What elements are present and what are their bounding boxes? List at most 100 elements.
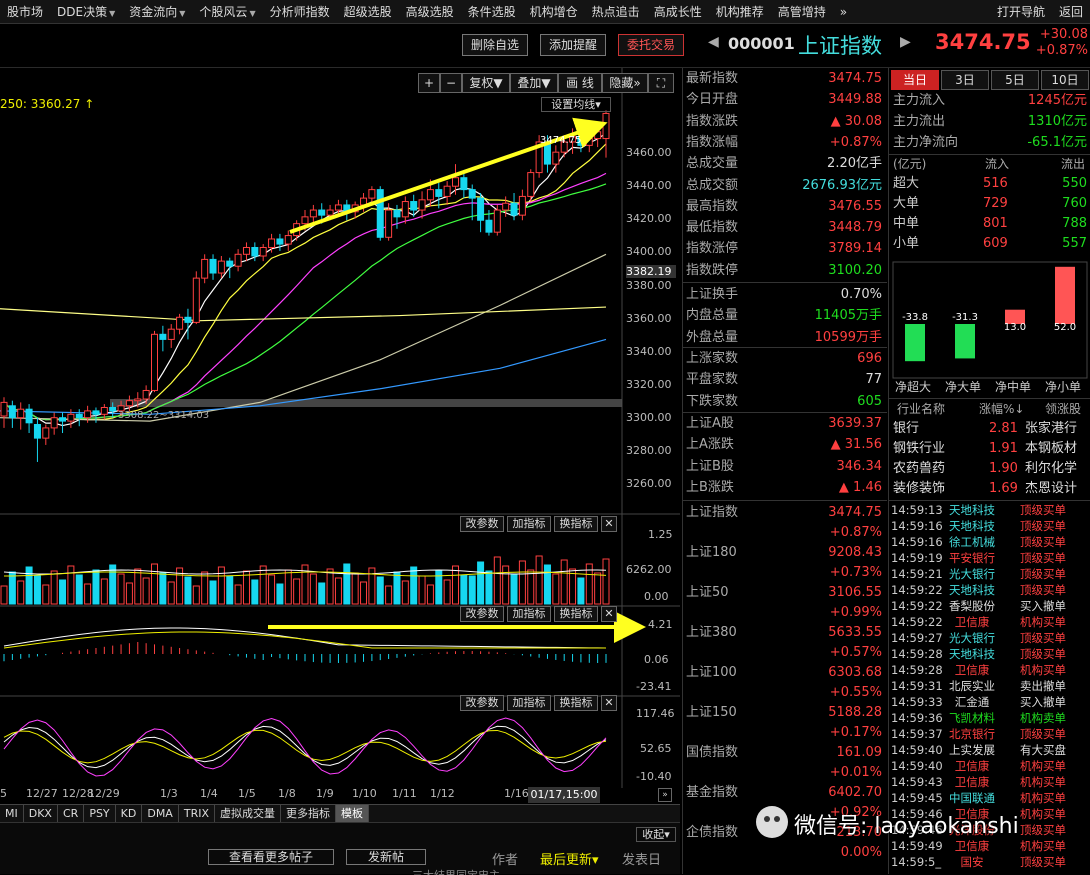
index-row[interactable]: 国债指数 161.09 +0.01% [686,742,884,782]
trade-row[interactable]: 14:59:21 光大银行 顶级买单 [889,566,1090,582]
indicator-tab[interactable]: DKX [24,805,58,823]
more-menu-icon[interactable]: » [833,0,854,24]
fullscreen-icon[interactable]: ⛶ [648,73,674,93]
trade-row[interactable]: 14:59:37 北京银行 顶级买单 [889,726,1090,742]
trade-button[interactable]: 委托交易 [618,34,684,56]
trade-row[interactable]: 14:59:28 卫信康 机构买单 [889,662,1090,678]
period-tab[interactable]: 5日 [991,70,1039,90]
trade-row[interactable]: 14:59:45 中国联通 机构买单 [889,790,1090,806]
trade-row[interactable]: 14:59:16 天地科技 顶级买单 [889,518,1090,534]
kdj-add-indicator-button[interactable]: 加指标 [507,695,551,711]
close-icon[interactable]: ✕ [601,516,617,532]
overlay-button[interactable]: 叠加▼ [510,73,558,93]
vol-change-params-button[interactable]: 改参数 [460,516,504,532]
fuquan-button[interactable]: 复权▼ [462,73,510,93]
menu-item[interactable]: 分析师指数 [263,0,337,24]
menu-item[interactable]: 股市场 [0,0,50,24]
index-row[interactable]: 上证150 5188.28 +0.17% [686,702,884,742]
trade-row[interactable]: 14:59:33 汇金通 买入撤单 [889,694,1090,710]
indicator-tab[interactable]: 模板 [336,805,369,823]
menu-right-item[interactable]: 打开导航 [990,0,1052,24]
last-update-header[interactable]: 最后更新▾ [540,849,599,868]
industry-row[interactable]: 装修装饰 1.69 杰恩设计 [893,479,1087,499]
index-row[interactable]: 上证380 5633.55 +0.57% [686,622,884,662]
trade-row[interactable]: 14:59:36 飞凯材料 机构卖单 [889,710,1090,726]
indicator-tab[interactable]: TRIX [179,805,215,823]
industry-row[interactable]: 农药兽药 1.90 利尔化学 [893,459,1087,479]
zoom-out-button[interactable]: − [440,73,462,93]
period-tab[interactable]: 10日 [1041,70,1089,90]
trade-row[interactable]: 14:59:40 卫信康 机构买单 [889,758,1090,774]
industry-row[interactable]: 钢铁行业 1.91 本钢板材 [893,439,1087,459]
kline-chart-area[interactable]: 3474.75 3308.22~3314.03 [0,68,680,874]
industry-pct-header[interactable]: 涨幅%↓ [979,399,1024,419]
indicator-tab[interactable]: PSY [84,805,116,823]
trade-row[interactable]: 14:59:27 光大银行 顶级买单 [889,630,1090,646]
index-row[interactable]: 上证指数 3474.75 +0.87% [686,502,884,542]
post-date-header[interactable]: 发表日 [622,849,661,868]
trade-row[interactable]: 14:59:49 卫信康 机构买单 [889,838,1090,854]
new-post-button[interactable]: 发新帖 [346,849,426,865]
trade-row[interactable]: 14:59:43 卫信康 机构买单 [889,774,1090,790]
menu-right-item[interactable]: 返回 [1052,0,1090,24]
kline-svg[interactable]: 3474.75 3308.22~3314.03 [0,68,680,874]
remove-watchlist-button[interactable]: 删除自选 [462,34,528,56]
industry-name-header[interactable]: 行业名称 [897,399,945,419]
hide-button[interactable]: 隐藏» [602,73,648,93]
menu-item[interactable]: 超级选股 [337,0,399,24]
trade-row[interactable]: 14:59:22 卫信康 机构买单 [889,614,1090,630]
menu-item[interactable]: 机构推荐 [709,0,771,24]
vol-switch-indicator-button[interactable]: 换指标 [554,516,598,532]
trade-row[interactable]: 14:59:28 天地科技 顶级买单 [889,646,1090,662]
menu-item[interactable]: 机构增仓 [523,0,585,24]
trade-row[interactable]: 14:59:31 北辰实业 卖出撤单 [889,678,1090,694]
vol-add-indicator-button[interactable]: 加指标 [507,516,551,532]
trade-row[interactable]: 14:59:22 香梨股份 买入撤单 [889,598,1090,614]
add-alert-button[interactable]: 添加提醒 [540,34,606,56]
indicator-tab[interactable]: 更多指标 [281,805,336,823]
industry-leader-header[interactable]: 领涨股 [1045,399,1081,419]
kdj-change-params-button[interactable]: 改参数 [460,695,504,711]
trade-row[interactable]: 14:59:19 平安银行 顶级买单 [889,550,1090,566]
trade-row[interactable]: 14:59:5_ 国安 顶级买单 [889,854,1090,870]
menu-item[interactable]: 高级选股 [399,0,461,24]
ma-settings-button[interactable]: 设置均线▾ [541,97,611,112]
macd-change-params-button[interactable]: 改参数 [460,606,504,622]
close-icon[interactable]: ✕ [601,606,617,622]
more-posts-button[interactable]: 查看看更多帖子 [208,849,334,865]
index-row[interactable]: 上证50 3106.55 +0.99% [686,582,884,622]
prev-stock-icon[interactable]: ◀ [708,34,719,50]
trade-row[interactable]: 14:59:16 徐工机械 顶级买单 [889,534,1090,550]
scroll-right-icon[interactable]: » [658,788,672,802]
index-row[interactable]: 上证100 6303.68 +0.55% [686,662,884,702]
zoom-in-button[interactable]: + [418,73,440,93]
draw-line-button[interactable]: 画 线 [558,73,602,93]
menu-item[interactable]: 热点追击 [585,0,647,24]
menu-item[interactable]: 高管增持 [771,0,833,24]
trade-row[interactable]: 14:59:40 上实发展 有大买盘 [889,742,1090,758]
trade-row[interactable]: 14:59:22 天地科技 顶级买单 [889,582,1090,598]
kdj-switch-indicator-button[interactable]: 换指标 [554,695,598,711]
industry-row[interactable]: 银行 2.81 张家港行 [893,419,1087,439]
menu-item[interactable]: 条件选股 [461,0,523,24]
indicator-tab[interactable]: KD [116,805,143,823]
index-row[interactable]: 上证180 9208.43 +0.73% [686,542,884,582]
indicator-tab[interactable]: 虚拟成交量 [215,805,281,823]
macd-switch-indicator-button[interactable]: 换指标 [554,606,598,622]
period-tab[interactable]: 3日 [941,70,989,90]
volume-bar [109,564,117,605]
collapse-button[interactable]: 收起▾ [636,827,676,842]
indicator-tab[interactable]: MI [0,805,24,823]
indicator-tab[interactable]: CR [58,805,85,823]
indicator-tab[interactable]: DMA [142,805,179,823]
author-header[interactable]: 作者 [492,849,518,868]
close-icon[interactable]: ✕ [601,695,617,711]
period-tab[interactable]: 当日 [891,70,939,90]
menu-item[interactable]: 高成长性 [647,0,709,24]
macd-add-indicator-button[interactable]: 加指标 [507,606,551,622]
trade-row[interactable]: 14:59:13 天地科技 顶级买单 [889,502,1090,518]
menu-item[interactable]: 资金流向 ▼ [122,0,192,24]
menu-item[interactable]: 个股风云 ▼ [192,0,262,24]
menu-item[interactable]: DDE决策 ▼ [50,0,122,24]
next-stock-icon[interactable]: ▶ [900,34,911,50]
